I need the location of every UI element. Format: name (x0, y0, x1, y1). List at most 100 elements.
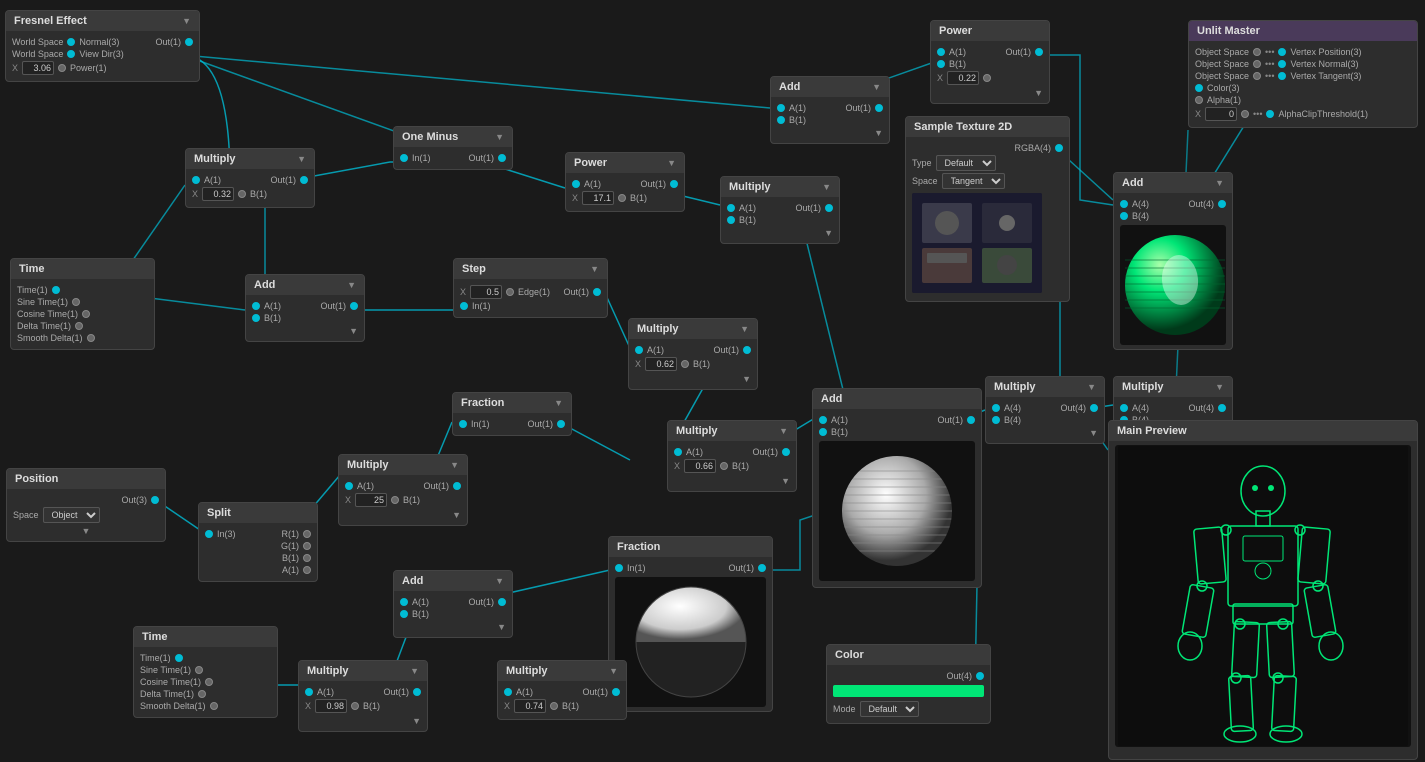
add1-out-dot[interactable] (875, 104, 883, 112)
multiply5-a-dot[interactable] (674, 448, 682, 456)
fresnel-viewdir-dot[interactable] (67, 50, 75, 58)
unlit-normal-dot[interactable] (1278, 60, 1286, 68)
add5-out-dot[interactable] (1218, 200, 1226, 208)
multiply8-collapse[interactable]: ▼ (410, 666, 419, 676)
fresnel-power-input[interactable] (22, 61, 54, 75)
position-collapse[interactable]: ▼ (82, 526, 91, 536)
color-out-dot[interactable] (976, 672, 984, 680)
step1-out-dot[interactable] (593, 288, 601, 296)
multiply5-b-input[interactable] (684, 459, 716, 473)
unlit-alphathres-input[interactable] (1205, 107, 1237, 121)
multiply7-b-dot[interactable] (550, 702, 558, 710)
time1-delta-dot[interactable] (75, 322, 83, 330)
add3-out-dot[interactable] (967, 416, 975, 424)
multiply4-out-dot[interactable] (453, 482, 461, 490)
fraction1-out-dot[interactable] (557, 420, 565, 428)
multiply2-a-dot[interactable] (727, 204, 735, 212)
multiply2-out-dot[interactable] (825, 204, 833, 212)
time2-delta-dot[interactable] (198, 690, 206, 698)
power2-b-dot[interactable] (937, 60, 945, 68)
add4-collapse[interactable]: ▼ (495, 576, 504, 586)
multiply3-collapse[interactable]: ▼ (740, 324, 749, 334)
fresnel-power-dot[interactable] (58, 64, 66, 72)
add2-out-dot[interactable] (350, 302, 358, 310)
texture-space-select[interactable]: Tangent World Object (942, 173, 1005, 189)
multiply9-collapse[interactable]: ▼ (1215, 382, 1224, 392)
add1-b-dot[interactable] (777, 116, 785, 124)
add2-b-dot[interactable] (252, 314, 260, 322)
power2-val-dot[interactable] (983, 74, 991, 82)
multiply7-a-dot[interactable] (504, 688, 512, 696)
unlit-color-dot[interactable] (1195, 84, 1203, 92)
fresnel-collapse[interactable]: ▼ (182, 16, 191, 26)
multiply5-b-dot[interactable] (720, 462, 728, 470)
multiply7-collapse[interactable]: ▼ (609, 666, 618, 676)
add4-out-dot[interactable] (498, 598, 506, 606)
oneminus-collapse[interactable]: ▼ (495, 132, 504, 142)
split-g-dot[interactable] (303, 542, 311, 550)
multiply9-out-dot[interactable] (1218, 404, 1226, 412)
power1-collapse[interactable]: ▼ (667, 158, 676, 168)
multiply2-b-dot[interactable] (727, 216, 735, 224)
power1-b-input[interactable] (582, 191, 614, 205)
fraction1-in-dot[interactable] (459, 420, 467, 428)
add3-b-dot[interactable] (819, 428, 827, 436)
multiply7-out-dot[interactable] (612, 688, 620, 696)
multiply6-collapse[interactable]: ▼ (1087, 382, 1096, 392)
multiply4-collapse[interactable]: ▼ (450, 460, 459, 470)
multiply3-collapse2[interactable]: ▼ (742, 374, 751, 384)
unlit-ns-dot[interactable] (1253, 60, 1261, 68)
fraction2-in-dot[interactable] (615, 564, 623, 572)
time2-sine-dot[interactable] (195, 666, 203, 674)
step1-edge-input[interactable] (470, 285, 502, 299)
time2-cosine-dot[interactable] (205, 678, 213, 686)
position-space-select[interactable]: Object World View (43, 507, 100, 523)
step1-collapse[interactable]: ▼ (590, 264, 599, 274)
unlit-ts-dot[interactable] (1253, 72, 1261, 80)
multiply1-collapse[interactable]: ▼ (297, 154, 306, 164)
multiply5-collapse[interactable]: ▼ (779, 426, 788, 436)
multiply1-b-input[interactable] (202, 187, 234, 201)
multiply6-a-dot[interactable] (992, 404, 1000, 412)
multiply9-a-dot[interactable] (1120, 404, 1128, 412)
position-out-dot[interactable] (151, 496, 159, 504)
unlit-alphathres-dot2[interactable] (1266, 110, 1274, 118)
power1-out-dot[interactable] (670, 180, 678, 188)
power2-collapse[interactable]: ▼ (1034, 88, 1043, 98)
time1-time-dot[interactable] (52, 286, 60, 294)
multiply1-out-dot[interactable] (300, 176, 308, 184)
oneminus-in-dot[interactable] (400, 154, 408, 162)
power2-a-dot[interactable] (937, 48, 945, 56)
multiply8-a-dot[interactable] (305, 688, 313, 696)
add5-b-dot[interactable] (1120, 212, 1128, 220)
split-b-dot[interactable] (303, 554, 311, 562)
multiply2-collapse[interactable]: ▼ (822, 182, 831, 192)
time1-sine-dot[interactable] (72, 298, 80, 306)
multiply6-out-dot[interactable] (1090, 404, 1098, 412)
add2-collapse2[interactable]: ▼ (349, 326, 358, 336)
multiply4-b-input[interactable] (355, 493, 387, 507)
multiply4-a-dot[interactable] (345, 482, 353, 490)
fraction1-collapse[interactable]: ▼ (554, 398, 563, 408)
multiply3-a-dot[interactable] (635, 346, 643, 354)
multiply6-collapse2[interactable]: ▼ (1089, 428, 1098, 438)
multiply8-collapse2[interactable]: ▼ (412, 716, 421, 726)
oneminus-out-dot[interactable] (498, 154, 506, 162)
multiply8-out-dot[interactable] (413, 688, 421, 696)
step1-edge-dot[interactable] (506, 288, 514, 296)
unlit-alphathres-dot[interactable] (1241, 110, 1249, 118)
multiply5-out-dot[interactable] (782, 448, 790, 456)
time2-time-dot[interactable] (175, 654, 183, 662)
unlit-alpha-dot[interactable] (1195, 96, 1203, 104)
multiply4-b-dot[interactable] (391, 496, 399, 504)
power1-a-dot[interactable] (572, 180, 580, 188)
unlit-vertex-dot[interactable] (1278, 48, 1286, 56)
split-a-dot[interactable] (303, 566, 311, 574)
multiply8-b-dot[interactable] (351, 702, 359, 710)
step1-in-dot[interactable] (460, 302, 468, 310)
add4-b-dot[interactable] (400, 610, 408, 618)
multiply5-collapse2[interactable]: ▼ (781, 476, 790, 486)
power2-val-input[interactable] (947, 71, 979, 85)
split-in-dot[interactable] (205, 530, 213, 538)
multiply6-b-dot[interactable] (992, 416, 1000, 424)
